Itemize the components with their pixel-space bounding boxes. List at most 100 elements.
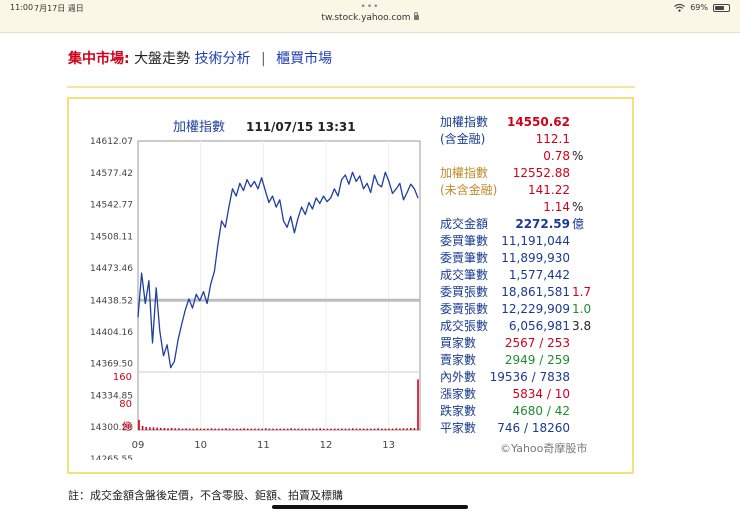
y-tick-label: 14542.77 (90, 201, 133, 211)
bid-volume-label: 委買張數 (440, 285, 489, 299)
incl-fin-label: (含金融) (440, 132, 486, 146)
bid-volume-ratio: 1.7 (572, 285, 592, 299)
turnover-label: 成交金額 (440, 217, 489, 231)
nav-technical-analysis-link[interactable]: 技術分析 (195, 51, 251, 67)
yahoo-credit: ©Yahoo奇摩股市 (500, 442, 588, 455)
pct-ex-value: 1.14 (543, 200, 570, 214)
index-chart: 加權指數 111/07/15 13:31 14612.07 14577.42 14542… (90, 120, 421, 460)
sellers-label: 賣家數 (440, 353, 477, 367)
decliners-slash: / (546, 404, 551, 418)
stat-row-trade-count: 成交筆數 1,577,442 (440, 267, 620, 284)
chart-timestamp: 111/07/15 13:31 (246, 120, 356, 134)
ask-orders-label: 委賣筆數 (440, 251, 489, 265)
wifi-icon (674, 3, 686, 12)
taiex-label: 加權指數 (440, 115, 489, 129)
turnover-value: 2272.59 (515, 217, 570, 231)
ask-volume-label: 委賣張數 (440, 302, 489, 316)
y-tick-label: 14369.50 (90, 360, 133, 370)
decliners-count: 4680 (512, 404, 544, 418)
trade-count-value: 1,577,442 (508, 268, 570, 282)
advancers-value: 5834 / 10 (512, 386, 570, 403)
buyers-value: 2567 / 253 (505, 335, 570, 352)
stat-row-ex-index: 加權指數 12552.88 (440, 165, 620, 182)
buyers-label: 買家數 (440, 336, 477, 350)
bid-volume-value: 18,861,581 (501, 285, 570, 299)
advancers-count: 5834 (512, 387, 544, 401)
ex-index-value: 12552.88 (512, 166, 570, 180)
top-divider (67, 86, 635, 88)
change-ex-value: 141.22 (528, 183, 570, 197)
stat-row-buyers: 買家數 2567 / 253 (440, 335, 620, 352)
stat-row-turnover: 成交金額 2272.59 億 (440, 216, 620, 233)
inout-slash: / (531, 370, 536, 384)
bid-orders-value: 11,191,044 (501, 234, 570, 248)
inout-label: 內外數 (440, 370, 477, 384)
lock-icon (413, 12, 419, 20)
decliners-limit: 42 (554, 404, 570, 418)
pct-incl-value: 0.78 (543, 149, 570, 163)
y-tick-label: 14404.16 (90, 328, 133, 338)
buyers-limit-up: 253 (547, 336, 570, 350)
turnover-unit: 億 (572, 217, 585, 231)
sellers-count: 2949 (504, 353, 536, 367)
buyers-slash: / (539, 336, 544, 350)
index-series-line (137, 171, 419, 369)
x-tick-label: 11 (257, 440, 270, 451)
nav-market-label: 集中市場: (68, 51, 130, 67)
x-tick-label: 09 (132, 440, 145, 451)
stat-row-inout: 內外數 19536 / 7838 (440, 369, 620, 386)
sellers-slash: / (539, 353, 544, 367)
url-text: tw.stock.yahoo.com (321, 13, 411, 23)
volume-unit-label: 億 (122, 420, 132, 433)
stat-row-bid-orders: 委買筆數 11,191,044 (440, 233, 620, 250)
stat-row-decliners: 跌家數 4680 / 42 (440, 403, 620, 420)
stat-row-change-incl: (含金融) 112.1 (440, 131, 620, 148)
y-tick-label: 14473.46 (90, 264, 133, 274)
stat-row-pct-incl: 0.78 % (440, 148, 620, 165)
untraded-count: 18260 (531, 421, 570, 435)
nav-otc-market-link[interactable]: 櫃買市場 (276, 51, 332, 67)
stat-row-trade-volume: 成交張數 6,056,981 3.8 (440, 318, 620, 335)
home-indicator[interactable] (272, 505, 468, 509)
unchanged-count: 746 (497, 421, 521, 435)
battery-percent: 69% (690, 3, 708, 12)
ex-fin-label: (未含金融) (440, 183, 498, 197)
bid-orders-label: 委買筆數 (440, 234, 489, 248)
y-tick-label: 14577.42 (90, 169, 133, 179)
pct-incl-sign: % (572, 149, 584, 163)
stat-row-unchanged: 平家數 746 / 18260 (440, 420, 620, 437)
y-tick-label: 14508.11 (90, 232, 133, 242)
market-nav: 集中市場: 大盤走勢 技術分析 | 櫃買市場 (68, 48, 332, 68)
advancers-slash: / (546, 387, 551, 401)
tab-dots-icon[interactable]: ••• (0, 2, 740, 12)
change-incl-value: 112.1 (535, 132, 570, 146)
footnote: 註：成交金額含盤後定價，不含零股、鉅額、拍賣及標購 (68, 489, 343, 502)
y-tick-label: 14612.07 (90, 137, 133, 147)
sellers-value: 2949 / 259 (505, 352, 570, 369)
unchanged-value: 746 / 18260 (497, 420, 570, 437)
stat-row-change-ex: (未含金融) 141.22 (440, 182, 620, 199)
y-tick-label: 14438.52 (90, 296, 133, 306)
ask-volume-ratio: 1.0 (572, 302, 592, 316)
trade-volume-value: 6,056,981 (508, 319, 570, 333)
stat-row-sellers: 賣家數 2949 / 259 (440, 352, 620, 369)
sellers-limit-down: 259 (547, 353, 570, 367)
advancers-label: 漲家數 (440, 387, 477, 401)
nav-current-trend: 大盤走勢 (134, 51, 191, 67)
battery-icon (713, 3, 730, 12)
market-stats: 加權指數 14550.62 (含金融) 112.1 0.78 % 加權指數 12… (440, 114, 620, 437)
status-bar: 11:00 7月17日 週日 ••• tw.stock.yahoo.com 69… (0, 0, 740, 33)
taiex-value: 14550.62 (506, 115, 570, 129)
unchanged-label: 平家數 (440, 421, 477, 435)
inout-value: 19536 / 7838 (490, 369, 570, 386)
pct-ex-sign: % (572, 200, 584, 214)
stat-row-ask-orders: 委賣筆數 11,899,930 (440, 250, 620, 267)
x-tick-label: 13 (382, 440, 395, 451)
y-tick-label: 14265.55 (90, 455, 133, 460)
stat-row-bid-volume: 委買張數 18,861,581 1.7 (440, 284, 620, 301)
x-tick-label: 10 (194, 440, 207, 451)
volume-tick-label: 80 (119, 399, 132, 410)
ask-volume-value: 12,229,909 (501, 302, 570, 316)
address-bar[interactable]: tw.stock.yahoo.com (0, 12, 740, 23)
ask-orders-value: 11,899,930 (501, 251, 570, 265)
